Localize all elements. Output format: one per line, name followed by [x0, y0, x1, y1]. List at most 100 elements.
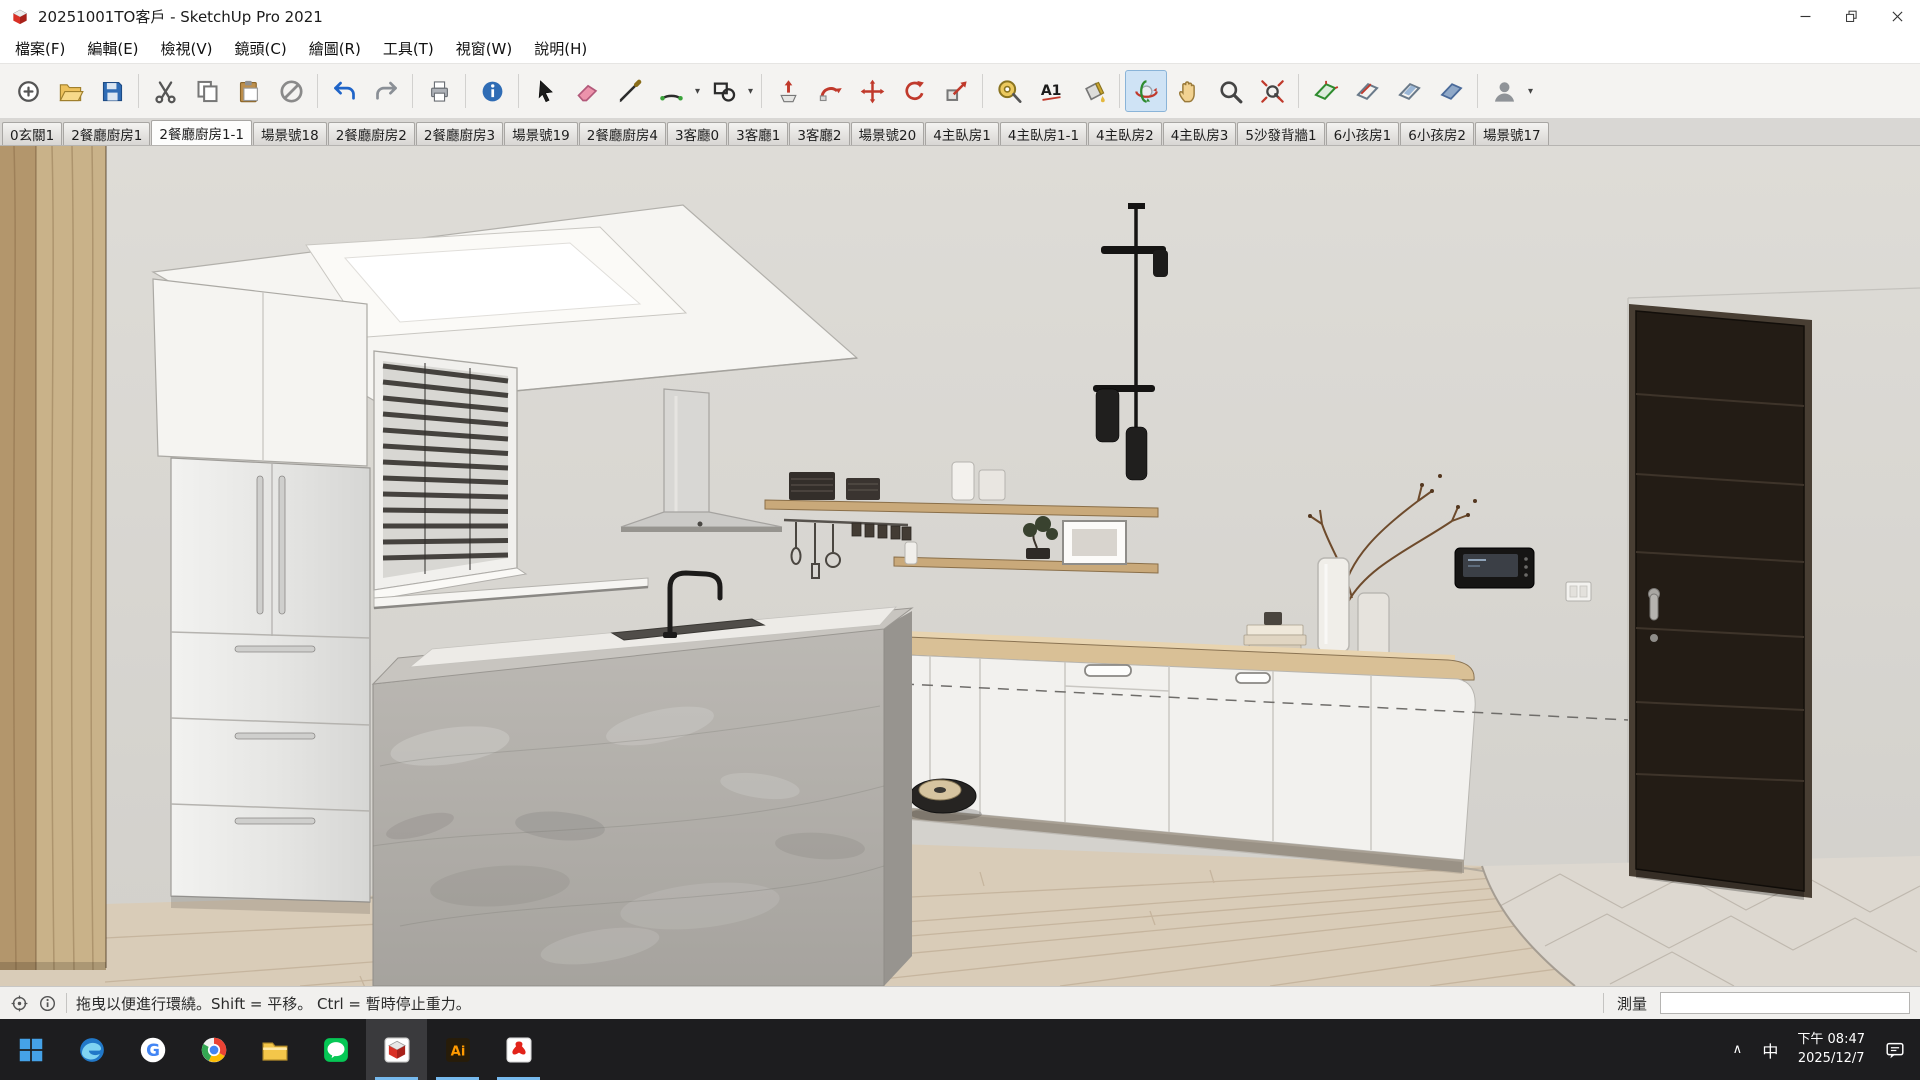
cut-tool-button[interactable]	[144, 70, 186, 112]
shapes-dropdown-arrow[interactable]: ▾	[745, 70, 756, 112]
zoom-tool-button[interactable]	[1209, 70, 1251, 112]
scene-tab-19[interactable]: 6小孩房2	[1400, 122, 1474, 145]
model-info-tool-button[interactable]	[471, 70, 513, 112]
scene-tab-8[interactable]: 2餐廳廚房4	[579, 122, 666, 145]
follow-me-tool-button[interactable]	[809, 70, 851, 112]
taskbar-acrobat-icon[interactable]	[488, 1019, 549, 1080]
paste-tool-button[interactable]	[228, 70, 270, 112]
credits-icon[interactable]	[38, 994, 57, 1013]
sketchup-logo-icon	[10, 7, 30, 27]
menu-camera[interactable]: 鏡頭(C)	[224, 33, 298, 63]
redo-tool-button[interactable]	[365, 70, 407, 112]
taskbar-apps: G Ai	[0, 1019, 549, 1080]
menu-edit[interactable]: 編輯(E)	[76, 33, 149, 63]
scene-tab-12[interactable]: 場景號20	[851, 122, 925, 145]
scene-tab-6[interactable]: 2餐廳廚房3	[416, 122, 503, 145]
taskbar-sketchup-icon[interactable]	[366, 1019, 427, 1080]
refrigerator	[171, 458, 370, 914]
scene-tab-17[interactable]: 5沙發背牆1	[1237, 122, 1324, 145]
statusbar: 拖曳以便進行環繞。Shift = 平移。 Ctrl = 暫時停止重力。 測量	[0, 986, 1920, 1019]
menu-draw[interactable]: 繪圖(R)	[298, 33, 372, 63]
new-tool-button[interactable]	[7, 70, 49, 112]
status-hint: 拖曳以便進行環繞。Shift = 平移。 Ctrl = 暫時停止重力。	[76, 993, 1594, 1014]
tray-chevron-icon[interactable]: ∧	[1722, 1042, 1752, 1057]
menu-view[interactable]: 檢視(V)	[150, 33, 224, 63]
eraser-tool-button[interactable]	[566, 70, 608, 112]
toolbar-separator	[1298, 74, 1299, 108]
section-plane-tool-button[interactable]	[1304, 70, 1346, 112]
tray-time: 下午 08:47	[1797, 1031, 1865, 1049]
rotate-tool-button[interactable]	[893, 70, 935, 112]
line-tool-button[interactable]	[608, 70, 650, 112]
toolbar-separator	[412, 74, 413, 108]
paint-bucket-tool-button[interactable]	[1072, 70, 1114, 112]
copy-tool-button[interactable]	[186, 70, 228, 112]
print-tool-button[interactable]	[418, 70, 460, 112]
taskbar-chrome-icon[interactable]	[183, 1019, 244, 1080]
scene-tab-1[interactable]: 0玄關1	[2, 122, 62, 145]
taskbar-explorer-icon[interactable]	[244, 1019, 305, 1080]
statusbar-separator	[66, 993, 67, 1013]
tape-measure-tool-button[interactable]	[988, 70, 1030, 112]
menu-file[interactable]: 檔案(F)	[4, 33, 76, 63]
taskbar-line-app-icon[interactable]	[305, 1019, 366, 1080]
orbit-tool-button[interactable]	[1125, 70, 1167, 112]
section-cut-tool-button[interactable]	[1388, 70, 1430, 112]
undo-tool-button[interactable]	[323, 70, 365, 112]
scale-tool-button[interactable]	[935, 70, 977, 112]
arc-dropdown-arrow[interactable]: ▾	[692, 70, 703, 112]
entry-door	[1629, 304, 1812, 900]
menu-help[interactable]: 說明(H)	[523, 33, 598, 63]
pan-tool-button[interactable]	[1167, 70, 1209, 112]
measurement-input[interactable]	[1660, 992, 1910, 1014]
scene-tab-10[interactable]: 3客廳1	[728, 122, 788, 145]
scene-tab-16[interactable]: 4主臥房3	[1163, 122, 1237, 145]
scene-tab-11[interactable]: 3客廳2	[789, 122, 849, 145]
open-tool-button[interactable]	[49, 70, 91, 112]
ime-indicator[interactable]: 中	[1752, 1038, 1788, 1062]
geolocation-icon[interactable]	[10, 994, 29, 1013]
titlebar: 20251001TO客戶 - SketchUp Pro 2021	[0, 0, 1920, 33]
sign-in-tool-button[interactable]	[1483, 70, 1525, 112]
taskbar-edge-icon[interactable]	[61, 1019, 122, 1080]
taskbar-google-icon[interactable]: G	[122, 1019, 183, 1080]
scene-tab-2[interactable]: 2餐廳廚房1	[63, 122, 150, 145]
section-display-tool-button[interactable]	[1346, 70, 1388, 112]
push-pull-tool-button[interactable]	[767, 70, 809, 112]
3d-viewport-canvas[interactable]	[0, 146, 1920, 986]
scene-tab-5[interactable]: 2餐廳廚房2	[328, 122, 415, 145]
scene-tab-20[interactable]: 場景號17	[1475, 122, 1549, 145]
taskbar-start-button[interactable]	[0, 1019, 61, 1080]
scene-tab-9[interactable]: 3客廳0	[667, 122, 727, 145]
menu-tools[interactable]: 工具(T)	[372, 33, 445, 63]
section-fill-tool-button[interactable]	[1430, 70, 1472, 112]
move-tool-button[interactable]	[851, 70, 893, 112]
scene-tab-15[interactable]: 4主臥房2	[1088, 122, 1162, 145]
arc-tool-button[interactable]	[650, 70, 692, 112]
menu-window[interactable]: 視窗(W)	[445, 33, 524, 63]
scene-tab-14[interactable]: 4主臥房1-1	[1000, 122, 1087, 145]
svg-text:A1: A1	[1040, 82, 1061, 98]
scene-tab-3[interactable]: 2餐廳廚房1-1	[151, 120, 252, 145]
text-tool-button[interactable]: A1	[1030, 70, 1072, 112]
window-title: 20251001TO客戶 - SketchUp Pro 2021	[38, 6, 323, 27]
delete-tool-button[interactable]	[270, 70, 312, 112]
scene-tab-4[interactable]: 場景號18	[253, 122, 327, 145]
close-button[interactable]	[1874, 0, 1920, 33]
notification-chat-icon[interactable]	[1874, 1039, 1916, 1061]
restore-button[interactable]	[1828, 0, 1874, 33]
save-tool-button[interactable]	[91, 70, 133, 112]
tray-clock[interactable]: 下午 08:47 2025/12/7	[1788, 1031, 1874, 1067]
scene-tab-7[interactable]: 場景號19	[504, 122, 578, 145]
3d-viewport[interactable]	[0, 146, 1920, 986]
sign-in-dropdown-arrow[interactable]: ▾	[1525, 70, 1536, 112]
shapes-tool-button[interactable]	[703, 70, 745, 112]
zoom-extents-tool-button[interactable]	[1251, 70, 1293, 112]
measurement-label: 測量	[1613, 993, 1651, 1014]
scene-tab-18[interactable]: 6小孩房1	[1326, 122, 1400, 145]
taskbar-illustrator-icon[interactable]: Ai	[427, 1019, 488, 1080]
select-tool-button[interactable]	[524, 70, 566, 112]
minimize-button[interactable]	[1782, 0, 1828, 33]
scene-tabs-bar: 0玄關12餐廳廚房12餐廳廚房1-1場景號182餐廳廚房22餐廳廚房3場景號19…	[0, 119, 1920, 146]
scene-tab-13[interactable]: 4主臥房1	[925, 122, 999, 145]
